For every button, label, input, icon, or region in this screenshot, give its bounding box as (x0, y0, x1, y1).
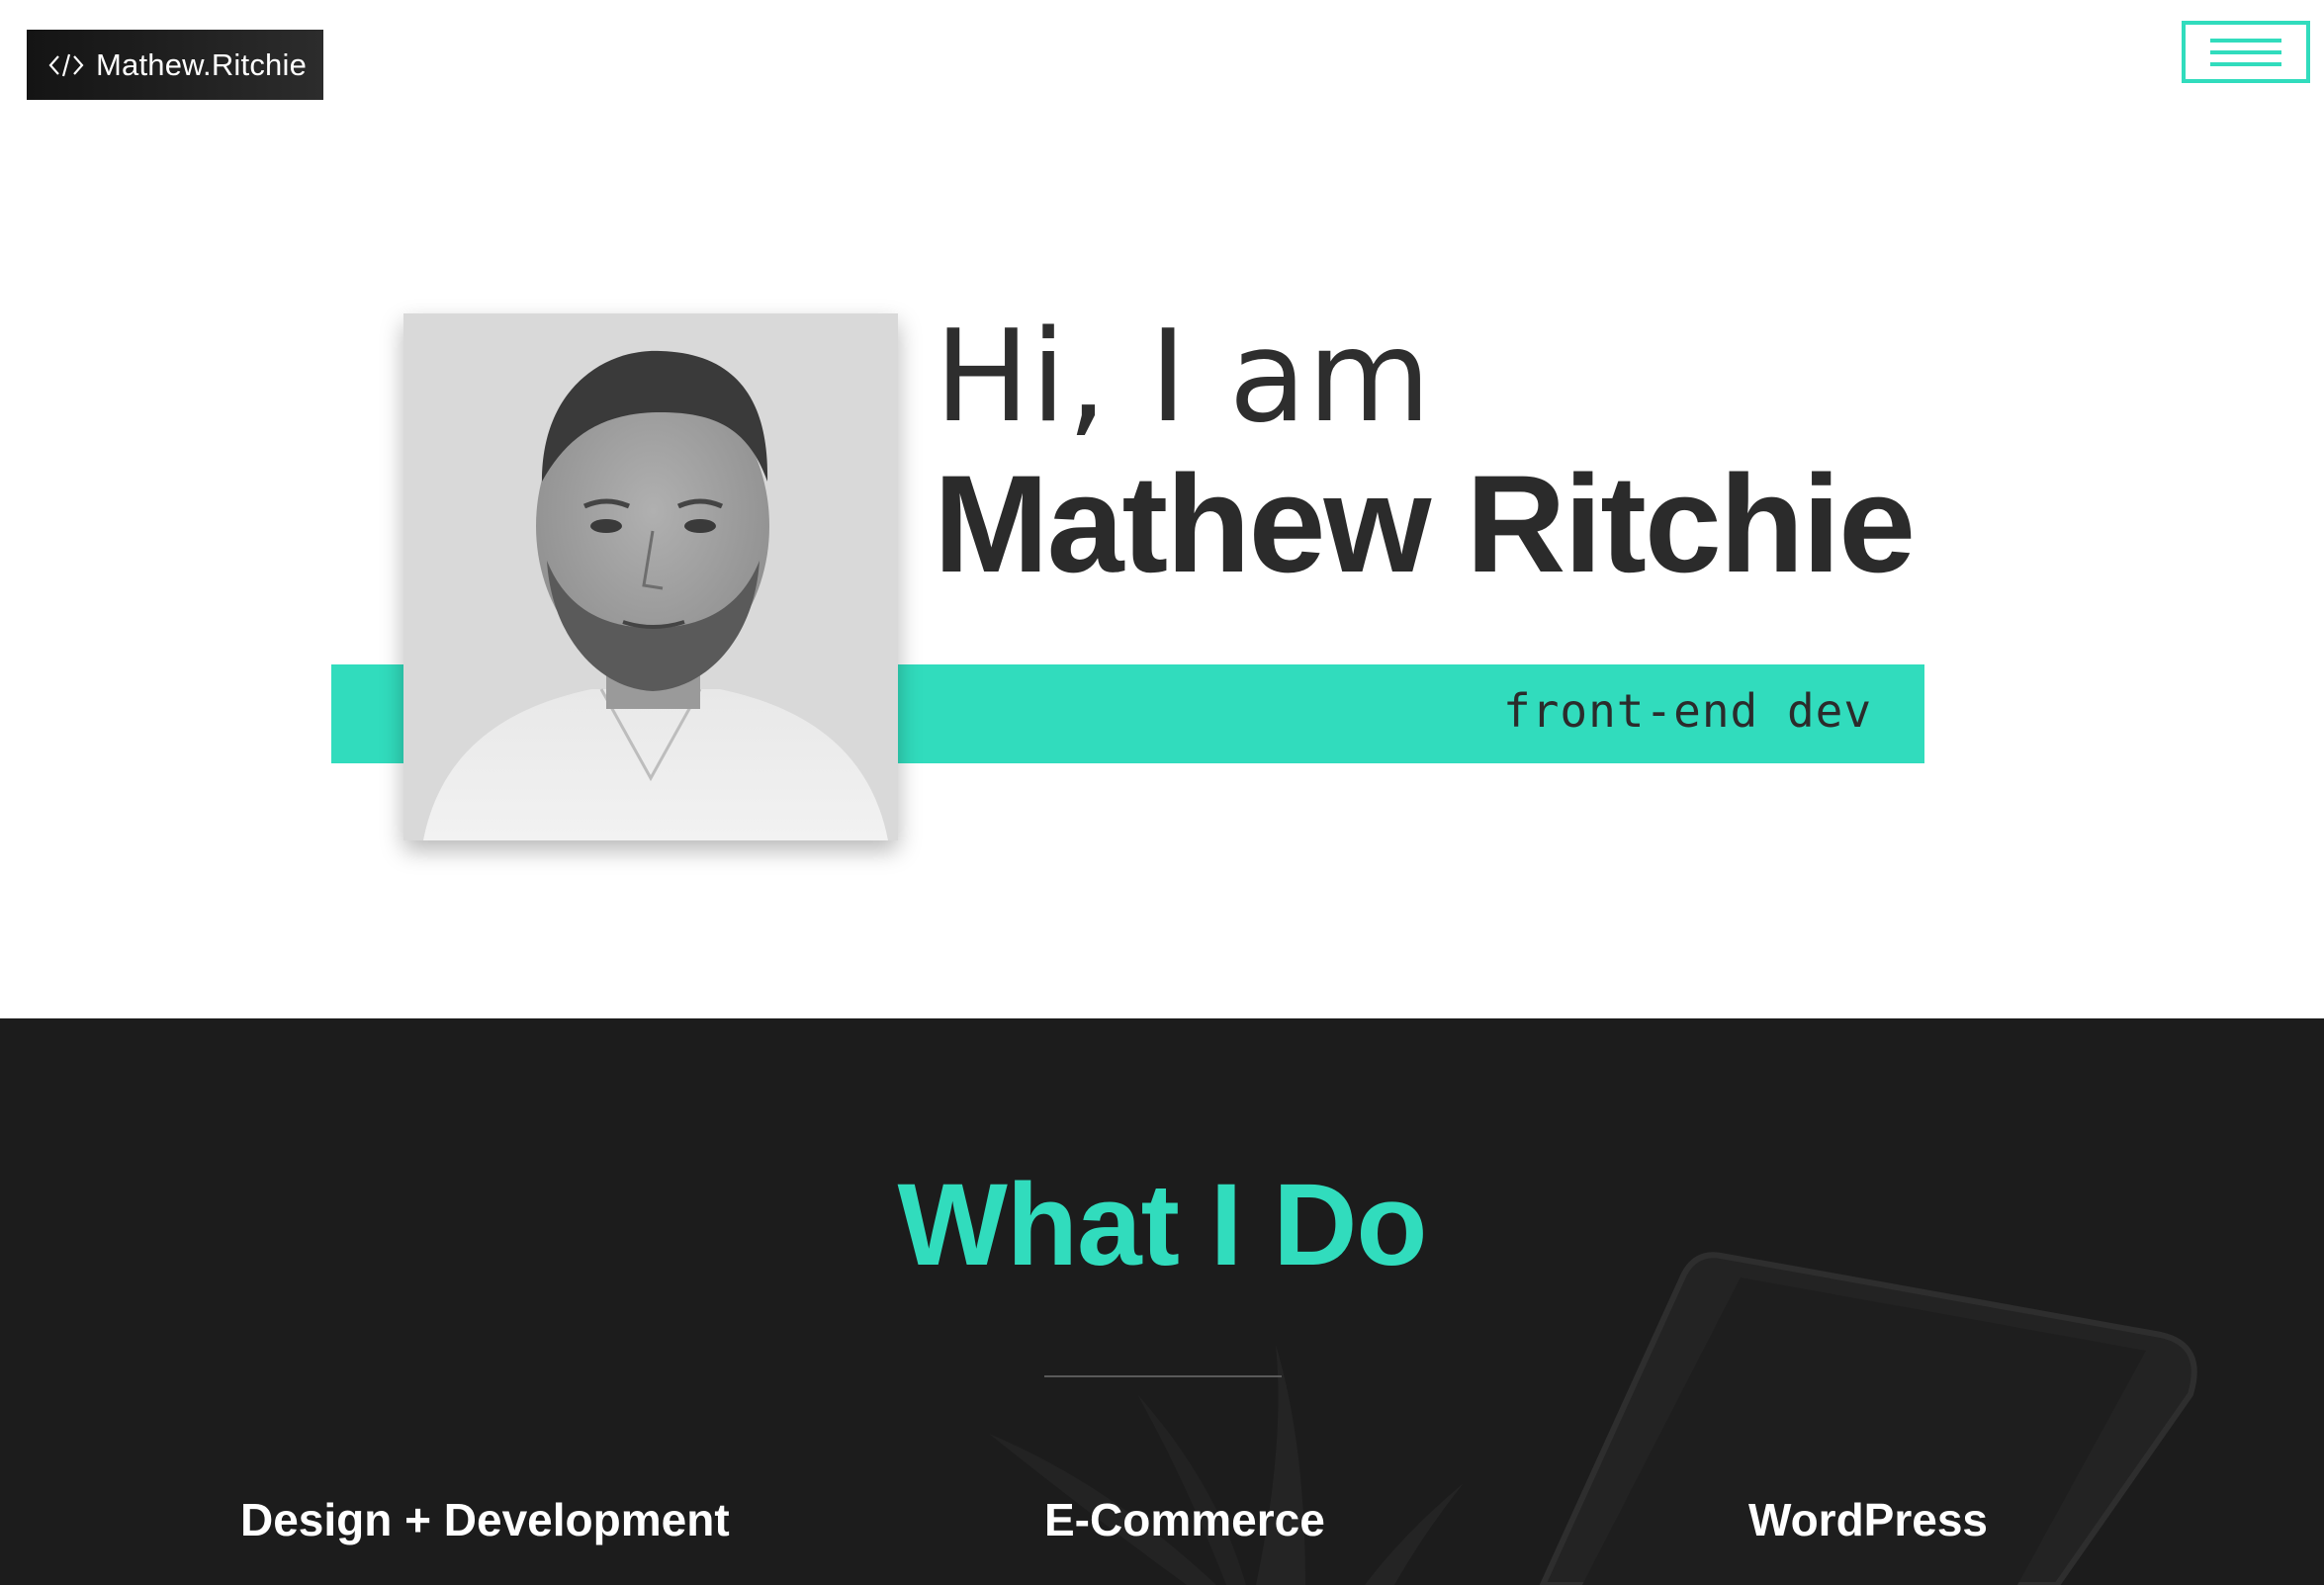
service-heading-ecommerce: E-Commerce (1044, 1494, 1325, 1545)
role-text: front-end dev (1503, 684, 1873, 738)
service-heading-wordpress: WordPress (1748, 1494, 1989, 1545)
hamburger-icon-bar (2210, 61, 2281, 66)
page: Mathew.Ritchie front-end dev Hi, I am Ma… (0, 0, 2324, 1585)
hamburger-icon-bar (2210, 49, 2281, 54)
logo-link[interactable]: Mathew.Ritchie (27, 30, 323, 100)
portrait-photo (403, 313, 898, 840)
section-title: What I Do (897, 1160, 1427, 1290)
section-divider (1044, 1375, 1282, 1377)
hero-name: Mathew Ritchie (934, 446, 1916, 601)
service-heading-design-development: Design + Development (240, 1494, 730, 1545)
logo-text: Mathew.Ritchie (96, 46, 308, 82)
hero-greeting: Hi, I am (935, 304, 1432, 451)
code-brackets-icon (48, 53, 84, 76)
menu-button[interactable] (2182, 21, 2310, 83)
hamburger-icon (2210, 38, 2281, 43)
